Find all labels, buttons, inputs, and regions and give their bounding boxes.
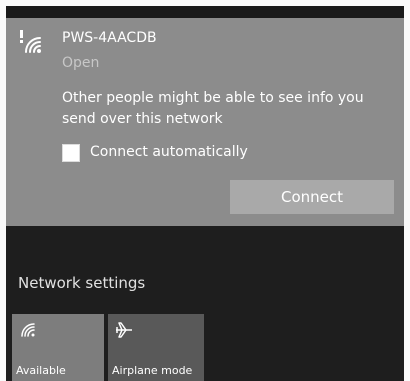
network-item-expanded[interactable]: PWS-4AACDB Open Other people might be ab… [6, 18, 404, 226]
top-bar [6, 6, 404, 18]
airplane-tile-label: Airplane mode [112, 364, 193, 377]
airplane-mode-tile[interactable]: Airplane mode [108, 314, 204, 381]
wifi-tile-label: Available [16, 364, 66, 377]
connect-button[interactable]: Connect [230, 180, 394, 214]
connect-automatically-checkbox[interactable] [62, 144, 80, 162]
network-flyout: PWS-4AACDB Open Other people might be ab… [6, 6, 404, 381]
network-status: Open [62, 55, 100, 71]
wifi-icon [18, 320, 38, 340]
network-settings-link[interactable]: Network settings [18, 274, 145, 292]
wifi-toggle-tile[interactable]: Available [12, 314, 104, 381]
security-warning-text: Other people might be able to see info y… [62, 90, 364, 127]
connect-automatically-label[interactable]: Connect automatically [90, 144, 248, 160]
network-name: PWS-4AACDB [62, 30, 157, 46]
wifi-secured-warning-icon [18, 28, 48, 58]
airplane-icon [114, 320, 134, 340]
